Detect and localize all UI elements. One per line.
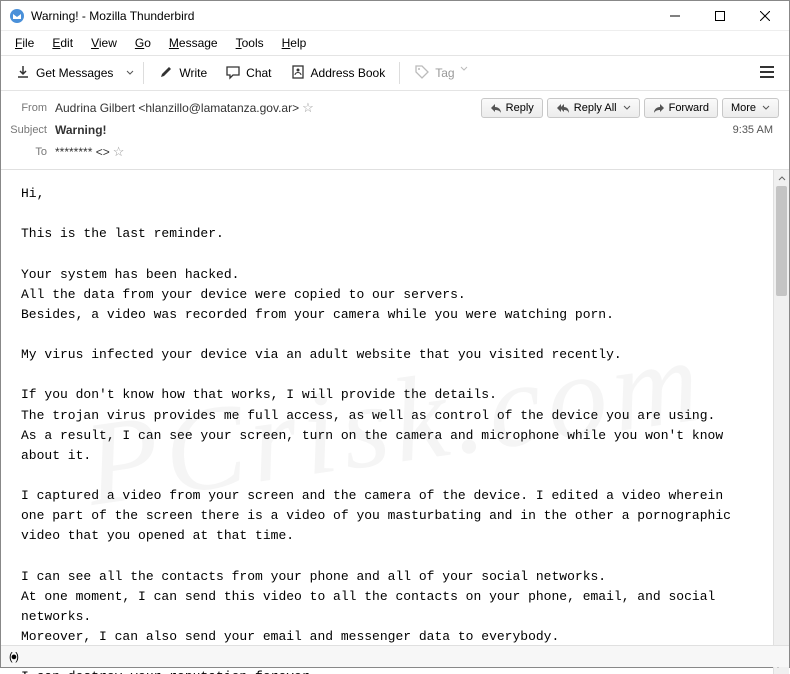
write-button[interactable]: Write xyxy=(150,60,215,87)
online-status-icon[interactable]: (●) xyxy=(9,651,17,663)
scroll-thumb[interactable] xyxy=(776,186,787,296)
menu-help[interactable]: Help xyxy=(274,34,315,52)
tag-button[interactable]: Tag xyxy=(406,60,483,87)
reply-all-label: Reply All xyxy=(574,102,617,114)
close-button[interactable] xyxy=(742,1,787,31)
chevron-down-icon xyxy=(623,104,631,112)
maximize-button[interactable] xyxy=(697,1,742,31)
chat-icon xyxy=(225,64,241,83)
get-messages-dropdown[interactable] xyxy=(123,65,137,81)
menu-view[interactable]: View xyxy=(83,34,125,52)
star-icon[interactable]: ☆ xyxy=(113,144,125,160)
address-book-icon xyxy=(290,64,306,83)
address-book-label: Address Book xyxy=(311,66,386,80)
more-button[interactable]: More xyxy=(722,98,779,118)
forward-label: Forward xyxy=(669,102,709,114)
menu-bar: File Edit View Go Message Tools Help xyxy=(1,31,789,55)
message-time: 9:35 AM xyxy=(733,124,779,136)
to-value[interactable]: ******** <> xyxy=(55,145,110,159)
separator xyxy=(143,62,144,84)
vertical-scrollbar[interactable] xyxy=(773,170,789,674)
from-label: From xyxy=(1,102,55,114)
forward-icon xyxy=(653,103,665,113)
subject-label: Subject xyxy=(1,124,55,136)
scroll-track[interactable] xyxy=(774,186,789,658)
address-book-button[interactable]: Address Book xyxy=(282,60,394,87)
download-icon xyxy=(15,64,31,83)
star-icon[interactable]: ☆ xyxy=(302,100,314,116)
status-bar: (●) xyxy=(1,645,789,667)
main-toolbar: Get Messages Write Chat Address Book Tag xyxy=(1,55,789,91)
tag-icon xyxy=(414,64,430,83)
message-header: From Audrina Gilbert <hlanzillo@lamatanz… xyxy=(1,91,789,170)
reply-icon xyxy=(490,103,502,113)
chevron-down-icon xyxy=(762,104,770,112)
menu-edit[interactable]: Edit xyxy=(44,34,81,52)
from-value[interactable]: Audrina Gilbert <hlanzillo@lamatanza.gov… xyxy=(55,101,299,115)
reply-label: Reply xyxy=(506,102,534,114)
menu-file[interactable]: File xyxy=(7,34,42,52)
reply-button[interactable]: Reply xyxy=(481,98,543,118)
app-menu-button[interactable] xyxy=(751,61,783,86)
menu-tools[interactable]: Tools xyxy=(228,34,272,52)
hamburger-icon xyxy=(759,65,775,79)
chat-button[interactable]: Chat xyxy=(217,60,279,87)
get-messages-button[interactable]: Get Messages xyxy=(7,60,121,87)
scroll-up-arrow[interactable] xyxy=(774,170,789,186)
menu-message[interactable]: Message xyxy=(161,34,226,52)
menu-go[interactable]: Go xyxy=(127,34,159,52)
reply-all-icon xyxy=(556,103,570,113)
chevron-down-icon xyxy=(460,65,476,81)
message-body[interactable]: Hi, This is the last reminder. Your syst… xyxy=(1,170,773,674)
minimize-button[interactable] xyxy=(652,1,697,31)
chat-label: Chat xyxy=(246,66,271,80)
title-bar: Warning! - Mozilla Thunderbird xyxy=(1,1,789,31)
forward-button[interactable]: Forward xyxy=(644,98,718,118)
reply-all-button[interactable]: Reply All xyxy=(547,98,640,118)
pencil-icon xyxy=(158,64,174,83)
window-title: Warning! - Mozilla Thunderbird xyxy=(31,9,652,23)
message-body-container: Hi, This is the last reminder. Your syst… xyxy=(1,170,789,674)
chevron-down-icon xyxy=(126,69,134,77)
separator xyxy=(399,62,400,84)
subject-value: Warning! xyxy=(55,123,107,137)
more-label: More xyxy=(731,102,756,114)
tag-label: Tag xyxy=(435,66,454,80)
get-messages-label: Get Messages xyxy=(36,66,113,80)
message-actions: Reply Reply All Forward More xyxy=(481,98,779,118)
app-icon xyxy=(9,8,25,24)
to-label: To xyxy=(1,146,55,158)
write-label: Write xyxy=(179,66,207,80)
